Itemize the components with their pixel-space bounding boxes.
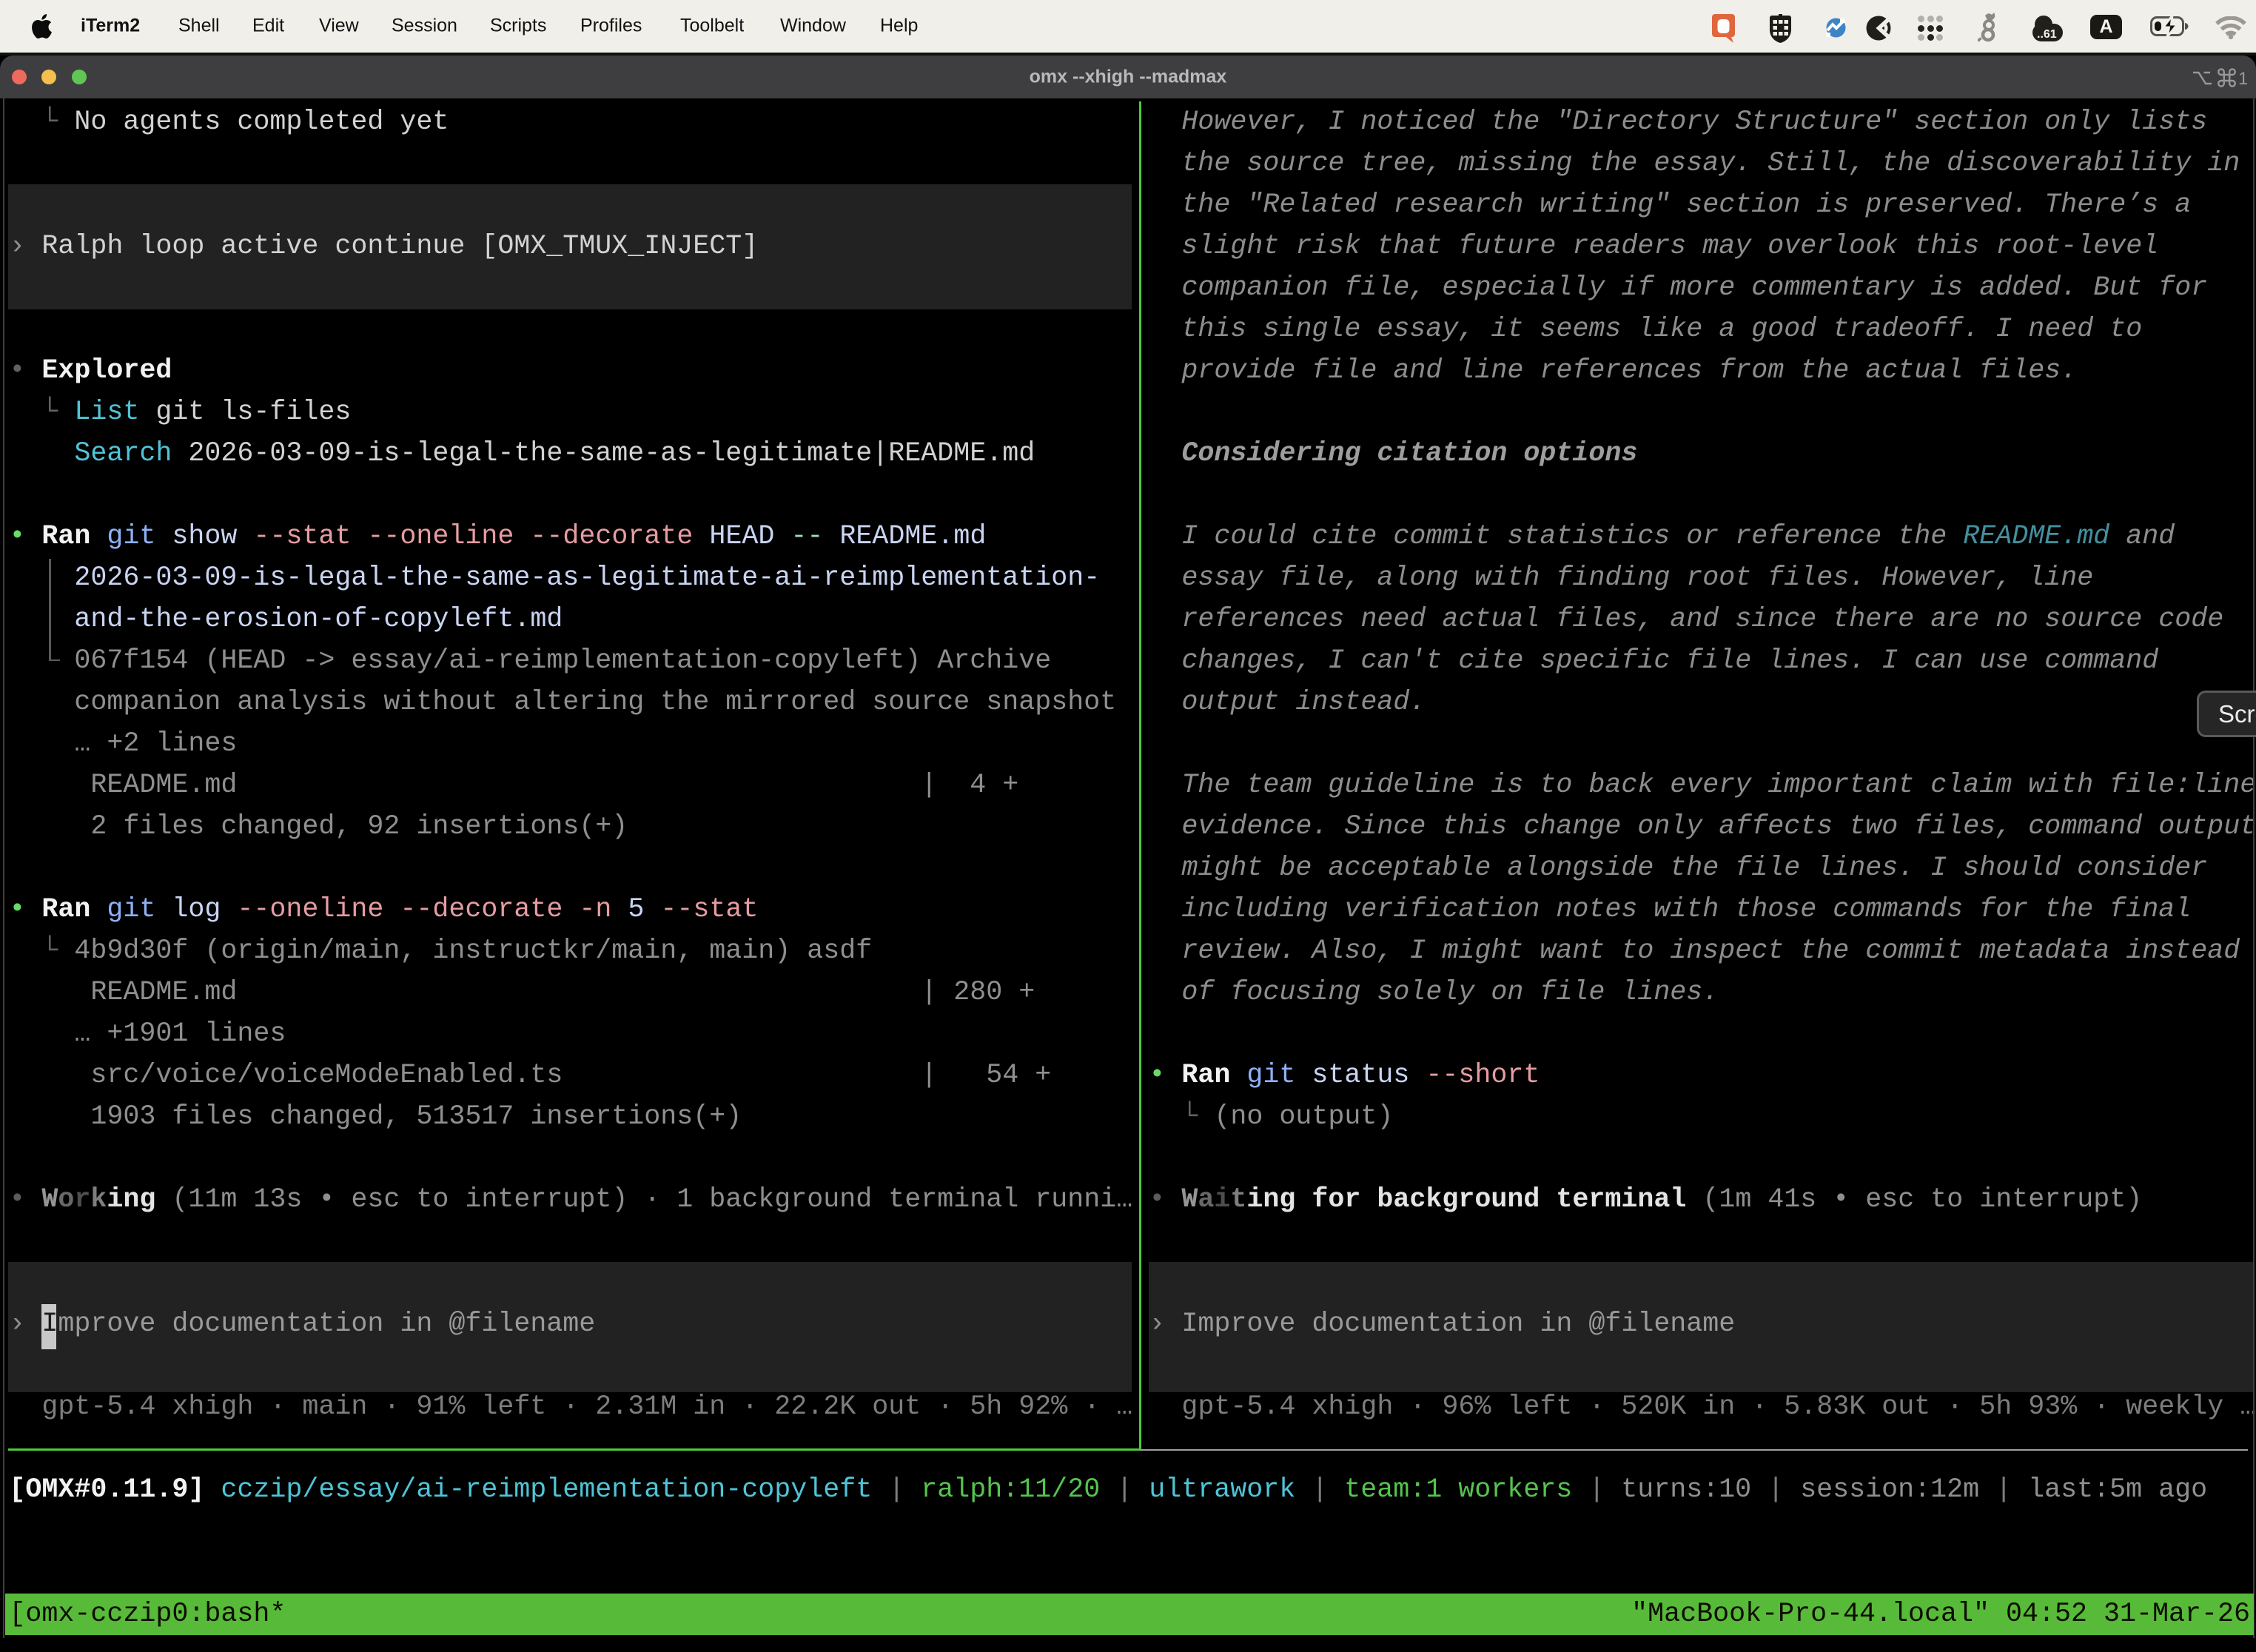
svg-text:1: 1 — [2238, 69, 2247, 88]
svg-text:..61: ..61 — [2037, 28, 2057, 41]
